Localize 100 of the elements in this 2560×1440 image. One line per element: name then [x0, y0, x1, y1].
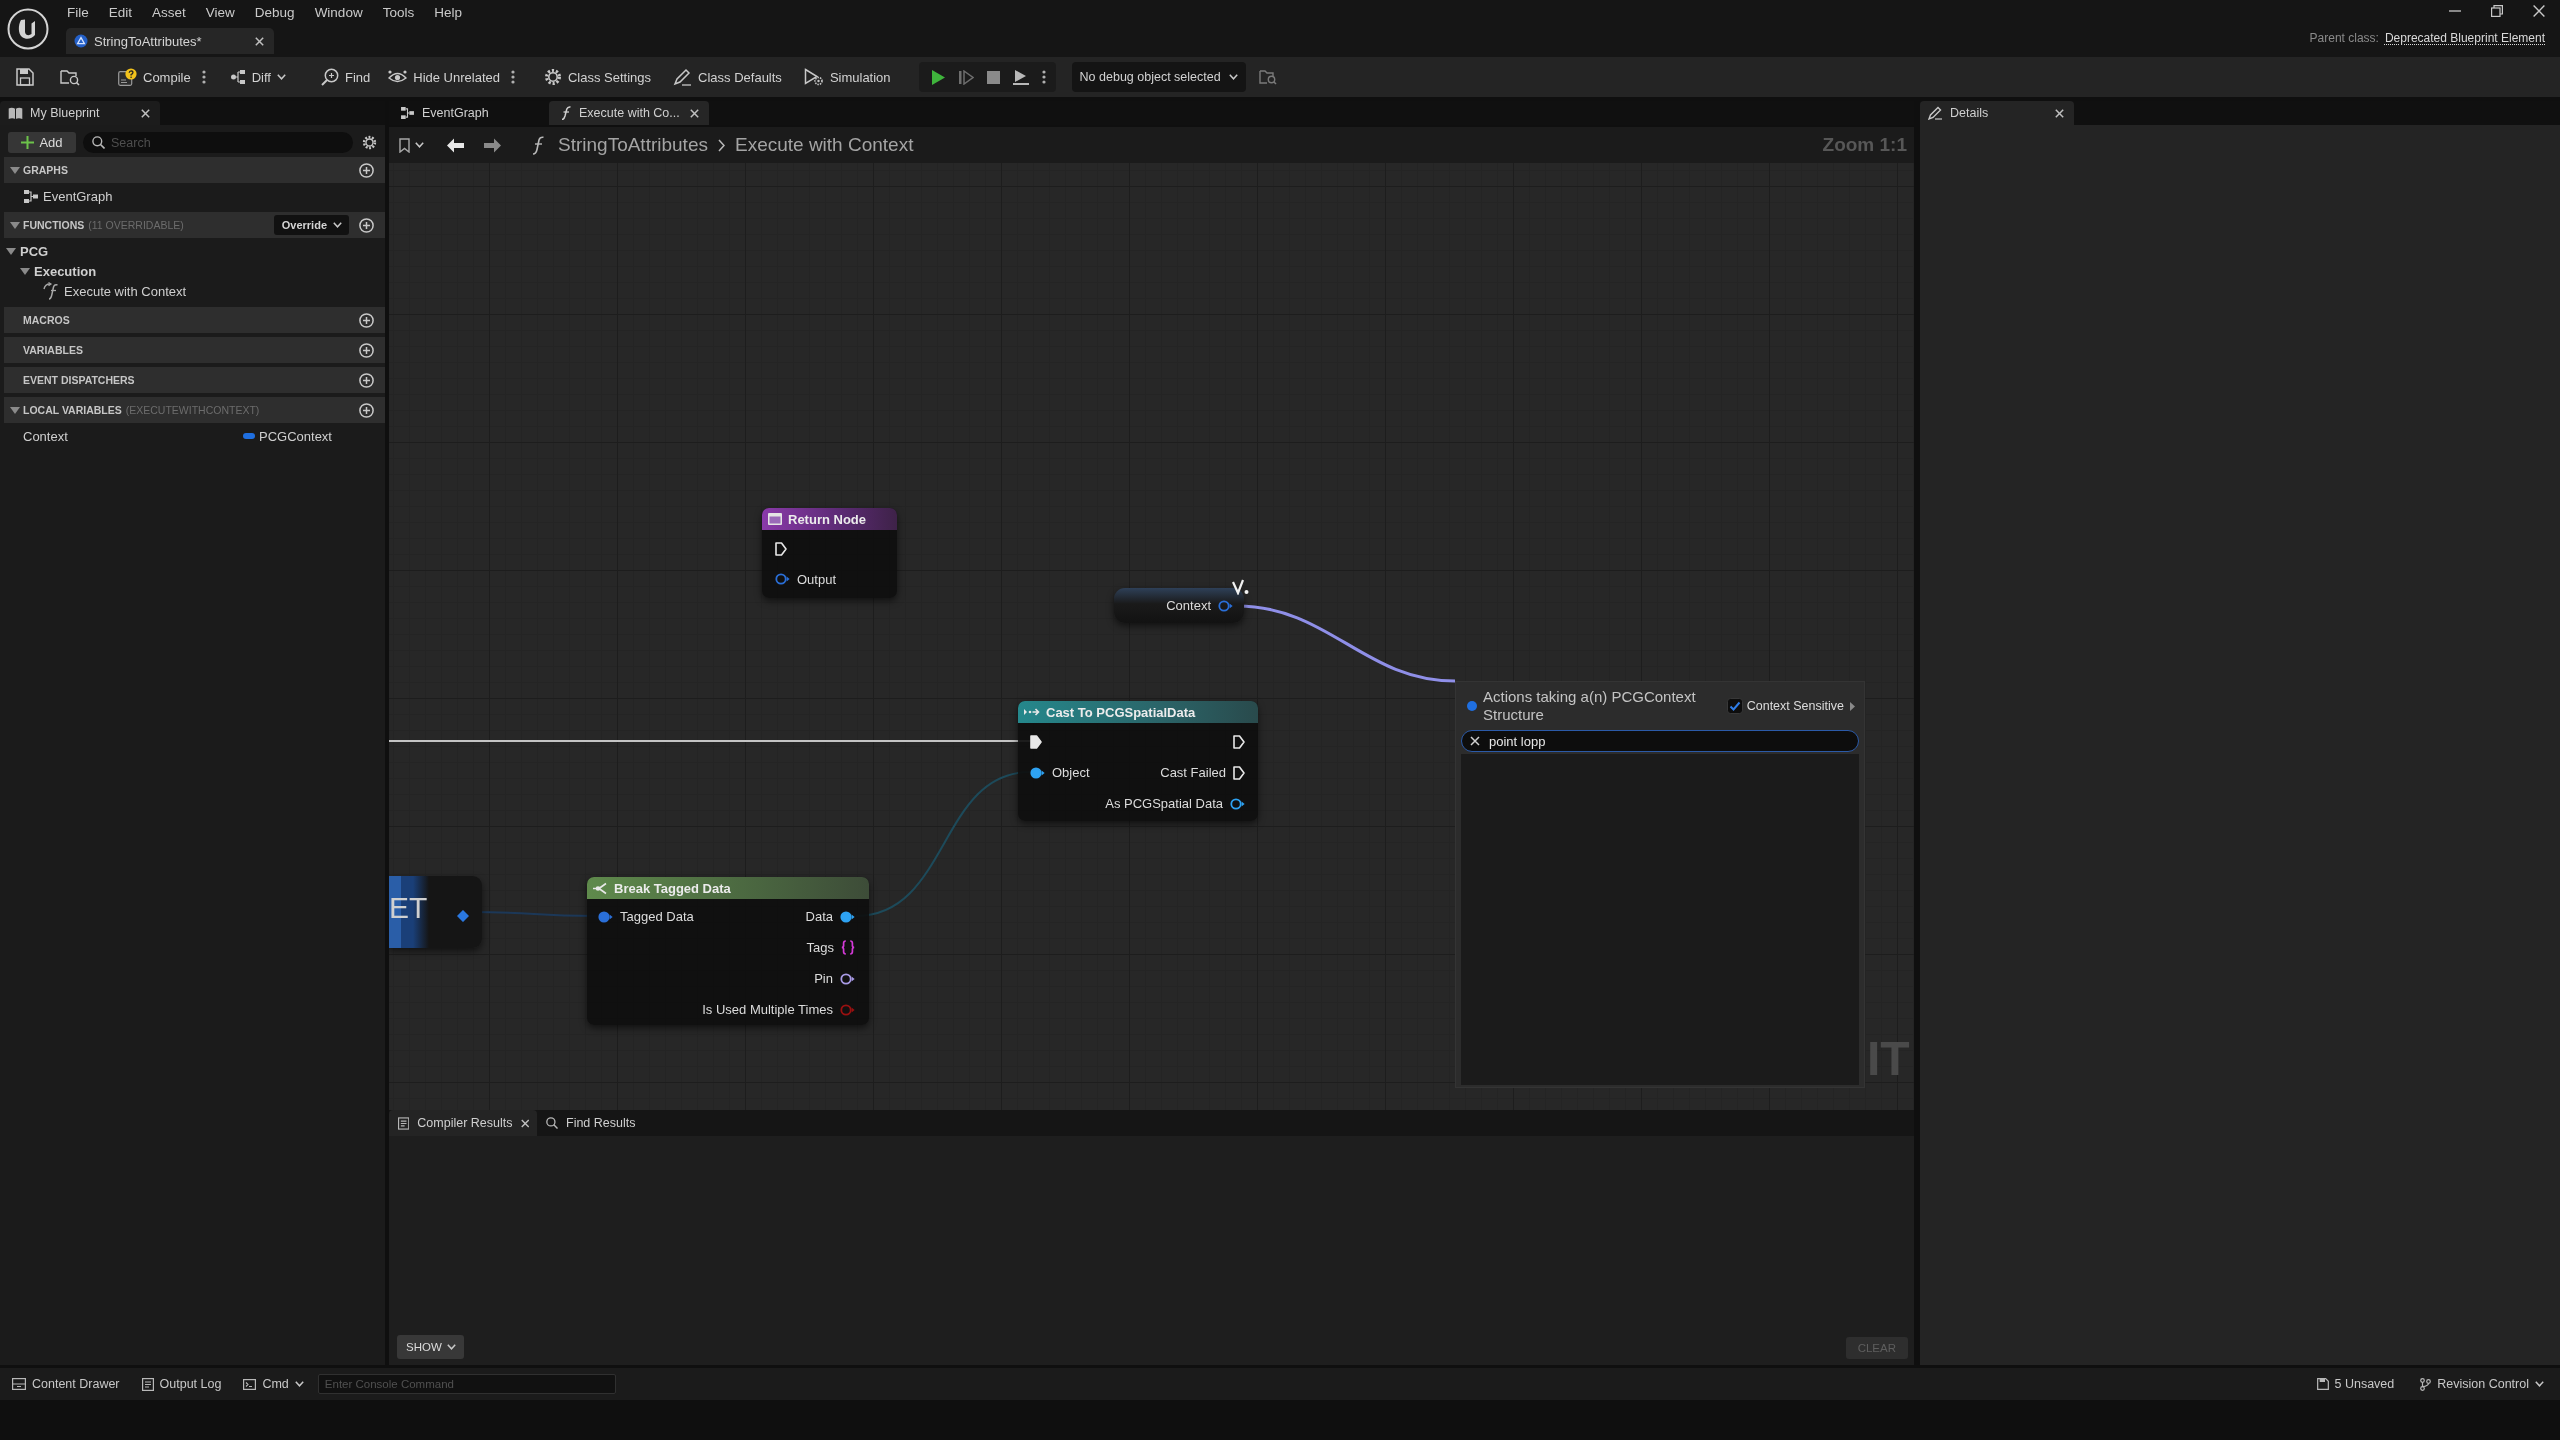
- section-header[interactable]: FUNCTIONS (11 OVERRIDABLE) Override: [4, 212, 385, 238]
- close-icon[interactable]: [690, 108, 699, 118]
- data-pin-icon[interactable]: [598, 910, 613, 923]
- expand-arrow-icon[interactable]: [10, 166, 20, 174]
- menu-item[interactable]: Asset: [152, 4, 186, 20]
- browse-icon[interactable]: [60, 68, 80, 86]
- panel-tab[interactable]: Find Results: [537, 1110, 644, 1136]
- triangle-right-icon[interactable]: [1850, 701, 1855, 711]
- menu-item[interactable]: Edit: [108, 4, 133, 20]
- section-header[interactable]: LOCAL VARIABLES (EXECUTEWITHCONTEXT): [4, 397, 385, 423]
- exec-pin-icon[interactable]: [1233, 734, 1245, 749]
- back-arrow-icon[interactable]: [446, 137, 465, 153]
- more-options-icon[interactable]: [201, 70, 206, 84]
- expand-arrow-icon[interactable]: [10, 406, 20, 414]
- section-header[interactable]: VARIABLES: [4, 337, 385, 363]
- add-icon[interactable]: [359, 217, 374, 233]
- show-button[interactable]: SHOW: [397, 1335, 464, 1359]
- eject-icon[interactable]: [1012, 69, 1029, 85]
- data-pin-icon[interactable]: [1218, 599, 1233, 612]
- close-icon[interactable]: [2055, 108, 2064, 118]
- variable-name[interactable]: Context: [23, 428, 233, 444]
- expand-arrow-icon[interactable]: [10, 221, 20, 229]
- play-icon[interactable]: [930, 68, 946, 86]
- menu-item[interactable]: Help: [434, 4, 462, 20]
- menu-item[interactable]: Tools: [382, 4, 415, 20]
- data-pin-icon[interactable]: [775, 573, 790, 585]
- override-dropdown[interactable]: Override: [273, 215, 349, 235]
- data-pin-icon[interactable]: [1030, 766, 1045, 779]
- toolbar-button[interactable]: Diff: [225, 63, 290, 91]
- toolbar-button[interactable]: Class Defaults: [669, 63, 786, 91]
- data-pin-icon[interactable]: [840, 910, 855, 923]
- add-icon[interactable]: [359, 402, 374, 418]
- breadcrumb-item[interactable]: Execute with Context: [734, 134, 914, 156]
- breadcrumb-item[interactable]: StringToAttributes: [558, 134, 708, 156]
- exec-pin-icon[interactable]: [1233, 765, 1245, 780]
- panel-tab[interactable]: Details: [1920, 101, 2074, 125]
- add-icon[interactable]: [359, 162, 374, 178]
- data-pin-icon[interactable]: [1230, 797, 1245, 810]
- exec-pin-icon[interactable]: [1030, 734, 1042, 749]
- revision-control-button[interactable]: Revision Control: [2416, 1372, 2548, 1396]
- cmd-button[interactable]: Cmd: [239, 1372, 308, 1396]
- output-log-button[interactable]: Output Log: [137, 1372, 226, 1396]
- menu-item[interactable]: Debug: [254, 4, 295, 20]
- tree-item[interactable]: Execution: [34, 263, 97, 279]
- menu-item[interactable]: View: [205, 4, 235, 20]
- unsaved-button[interactable]: 5 Unsaved: [2312, 1372, 2399, 1396]
- diamond-pin-icon[interactable]: [457, 910, 469, 922]
- expand-arrow-icon[interactable]: [20, 267, 30, 275]
- checkbox-label[interactable]: Context Sensitive: [1746, 699, 1844, 713]
- toolbar-button[interactable]: Class Settings: [539, 63, 656, 91]
- menu-item[interactable]: Window: [314, 4, 363, 20]
- section-header[interactable]: MACROS: [4, 307, 385, 333]
- more-options-icon[interactable]: [510, 70, 515, 84]
- save-icon[interactable]: [16, 68, 34, 86]
- data-pin-icon[interactable]: [840, 972, 855, 985]
- close-icon[interactable]: [2533, 5, 2545, 17]
- toolbar-button[interactable]: Compile: [114, 63, 195, 91]
- section-header[interactable]: GRAPHS: [4, 157, 385, 183]
- document-icon: [398, 1116, 410, 1130]
- parent-class-link[interactable]: Deprecated Blueprint Element: [2384, 31, 2545, 45]
- tree-item[interactable]: PCG: [20, 243, 49, 259]
- function-override-icon: [43, 282, 60, 300]
- bookmark-icon[interactable]: [399, 137, 410, 153]
- forward-arrow-icon[interactable]: [483, 137, 502, 153]
- toolbar-button[interactable]: Find: [316, 63, 375, 91]
- add-icon[interactable]: [359, 342, 374, 358]
- stop-icon[interactable]: [986, 70, 1000, 84]
- add-icon[interactable]: [359, 372, 374, 388]
- search-field[interactable]: Search: [83, 132, 353, 153]
- toolbar-button[interactable]: Simulation: [799, 63, 895, 91]
- add-button[interactable]: Add: [8, 132, 76, 153]
- document-tab[interactable]: Execute with Co...: [549, 101, 709, 125]
- restore-icon[interactable]: [2491, 5, 2503, 17]
- settings-icon[interactable]: [543, 68, 562, 86]
- document-tab[interactable]: EventGraph: [389, 101, 549, 125]
- toolbar-button[interactable]: Hide Unrelated: [384, 63, 504, 91]
- debug-object-dropdown[interactable]: No debug object selected: [1071, 62, 1246, 92]
- section-header[interactable]: EVENT DISPATCHERS: [4, 367, 385, 393]
- asset-tab[interactable]: StringToAttributes*: [66, 28, 274, 54]
- close-icon[interactable]: [141, 108, 150, 118]
- console-field[interactable]: Enter Console Command: [317, 1374, 616, 1394]
- checkbox[interactable]: [1726, 698, 1743, 714]
- clear-icon[interactable]: [1470, 736, 1480, 746]
- advance-frame-icon[interactable]: [958, 69, 974, 85]
- close-icon[interactable]: [520, 1118, 529, 1128]
- expand-arrow-icon[interactable]: [6, 247, 16, 255]
- panel-tab[interactable]: Compiler Results: [389, 1110, 537, 1136]
- braces-pin-icon[interactable]: [841, 940, 855, 955]
- variable-type[interactable]: PCGContext: [259, 428, 332, 444]
- more-options-icon[interactable]: [1041, 70, 1046, 84]
- tree-item[interactable]: EventGraph: [43, 188, 113, 204]
- menu-item[interactable]: File: [67, 4, 89, 20]
- settings-icon[interactable]: [362, 135, 377, 150]
- add-icon[interactable]: [359, 312, 374, 328]
- exec-pin-icon[interactable]: [775, 542, 787, 556]
- tree-item[interactable]: Execute with Context: [64, 283, 187, 299]
- search-field[interactable]: point lopp: [1461, 730, 1859, 752]
- panel-tab[interactable]: My Blueprint: [0, 101, 160, 125]
- close-icon[interactable]: [255, 36, 264, 46]
- content-drawer-button[interactable]: Content Drawer: [8, 1372, 124, 1396]
